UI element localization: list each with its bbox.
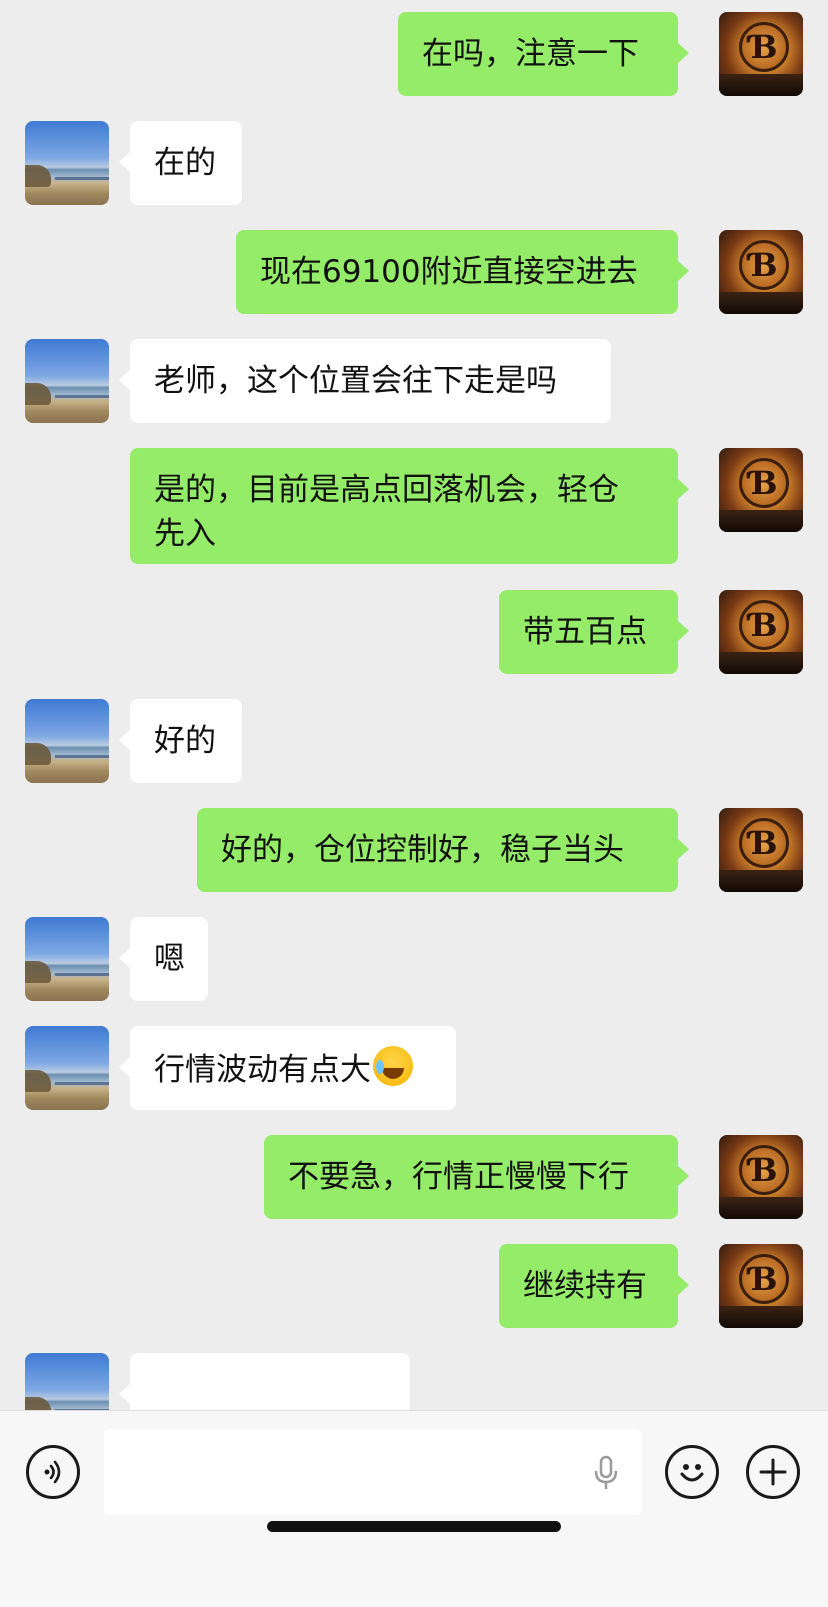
plus-icon	[759, 1458, 787, 1486]
message-text: 好的，仓位控制好，稳子当头	[221, 832, 624, 868]
contact-avatar[interactable]	[25, 699, 109, 783]
input-bar	[0, 1410, 828, 1607]
message-bubble[interactable]	[119, 1353, 410, 1410]
voice-input-button[interactable]	[26, 1445, 80, 1499]
contact-avatar[interactable]	[25, 1353, 109, 1410]
outgoing-message: Ɓ 继续持有	[0, 1244, 828, 1328]
incoming-message: 老师，这个位置会往下走是吗	[0, 339, 828, 423]
message-text: 现在69100附近直接空进去	[260, 254, 638, 290]
message-text: 是的，目前是高点回落机会，轻仓 先入	[154, 472, 619, 552]
incoming-message	[0, 1353, 828, 1410]
voice-icon	[44, 1460, 61, 1484]
message-bubble[interactable]: 是的，目前是高点回落机会，轻仓 先入	[130, 448, 689, 564]
message-bubble[interactable]: 不要急，行情正慢慢下行	[264, 1135, 689, 1219]
message-bubble[interactable]: 好的，仓位控制好，稳子当头	[197, 808, 689, 892]
microphone-icon[interactable]	[592, 1455, 620, 1491]
bitcoin-icon: Ɓ	[739, 458, 789, 508]
contact-avatar[interactable]	[25, 1026, 109, 1110]
incoming-message: 行情波动有点大	[0, 1026, 828, 1110]
message-text-input[interactable]	[104, 1429, 642, 1515]
my-avatar[interactable]: Ɓ	[719, 1135, 803, 1219]
outgoing-message: Ɓ 是的，目前是高点回落机会，轻仓 先入	[0, 448, 828, 564]
bitcoin-icon: Ɓ	[739, 600, 789, 650]
message-bubble[interactable]: 在的	[119, 121, 242, 205]
contact-avatar[interactable]	[25, 339, 109, 423]
message-text: 老师，这个位置会往下走是吗	[154, 363, 557, 399]
message-bubble[interactable]: 带五百点	[499, 590, 689, 674]
my-avatar[interactable]: Ɓ	[719, 230, 803, 314]
message-bubble[interactable]: 老师，这个位置会往下走是吗	[119, 339, 611, 423]
outgoing-message: Ɓ 带五百点	[0, 590, 828, 674]
message-bubble[interactable]: 现在69100附近直接空进去	[236, 230, 689, 314]
message-text: 在吗，注意一下	[422, 36, 639, 72]
my-avatar[interactable]: Ɓ	[719, 590, 803, 674]
bitcoin-icon: Ɓ	[739, 1145, 789, 1195]
message-bubble[interactable]: 行情波动有点大	[119, 1026, 456, 1110]
bitcoin-icon: Ɓ	[739, 22, 789, 72]
crying-laughing-emoji-icon	[373, 1046, 413, 1086]
contact-avatar[interactable]	[25, 121, 109, 205]
message-text: 好的	[154, 723, 216, 759]
my-avatar[interactable]: Ɓ	[719, 12, 803, 96]
outgoing-message: Ɓ 在吗，注意一下	[0, 12, 828, 96]
message-text: 不要急，行情正慢慢下行	[288, 1159, 629, 1195]
my-avatar[interactable]: Ɓ	[719, 808, 803, 892]
home-indicator[interactable]	[267, 1521, 561, 1532]
incoming-message: 嗯	[0, 917, 828, 1001]
incoming-message: 好的	[0, 699, 828, 783]
bitcoin-icon: Ɓ	[739, 240, 789, 290]
outgoing-message: Ɓ 现在69100附近直接空进去	[0, 230, 828, 314]
outgoing-message: Ɓ 不要急，行情正慢慢下行	[0, 1135, 828, 1219]
message-text: 嗯	[154, 941, 185, 977]
contact-avatar[interactable]	[25, 917, 109, 1001]
emoji-button[interactable]	[665, 1445, 719, 1499]
bitcoin-icon: Ɓ	[739, 818, 789, 868]
chat-message-list[interactable]: Ɓ 在吗，注意一下在的 Ɓ 现在69100附近直接空进去老师，这个位置会往下走是吗 Ɓ 是…	[0, 0, 828, 1410]
incoming-message: 在的	[0, 121, 828, 205]
message-bubble[interactable]: 嗯	[119, 917, 208, 1001]
bitcoin-icon: Ɓ	[739, 1254, 789, 1304]
message-text: 在的	[154, 145, 216, 181]
message-bubble[interactable]: 好的	[119, 699, 242, 783]
my-avatar[interactable]: Ɓ	[719, 448, 803, 532]
emoji-icon	[680, 1464, 704, 1482]
message-bubble[interactable]: 在吗，注意一下	[398, 12, 689, 96]
message-text: 继续持有	[523, 1268, 647, 1304]
message-text: 带五百点	[523, 614, 647, 650]
message-bubble[interactable]: 继续持有	[499, 1244, 689, 1328]
outgoing-message: Ɓ 好的，仓位控制好，稳子当头	[0, 808, 828, 892]
message-text: 行情波动有点大	[154, 1052, 371, 1088]
my-avatar[interactable]: Ɓ	[719, 1244, 803, 1328]
more-functions-button[interactable]	[746, 1445, 800, 1499]
